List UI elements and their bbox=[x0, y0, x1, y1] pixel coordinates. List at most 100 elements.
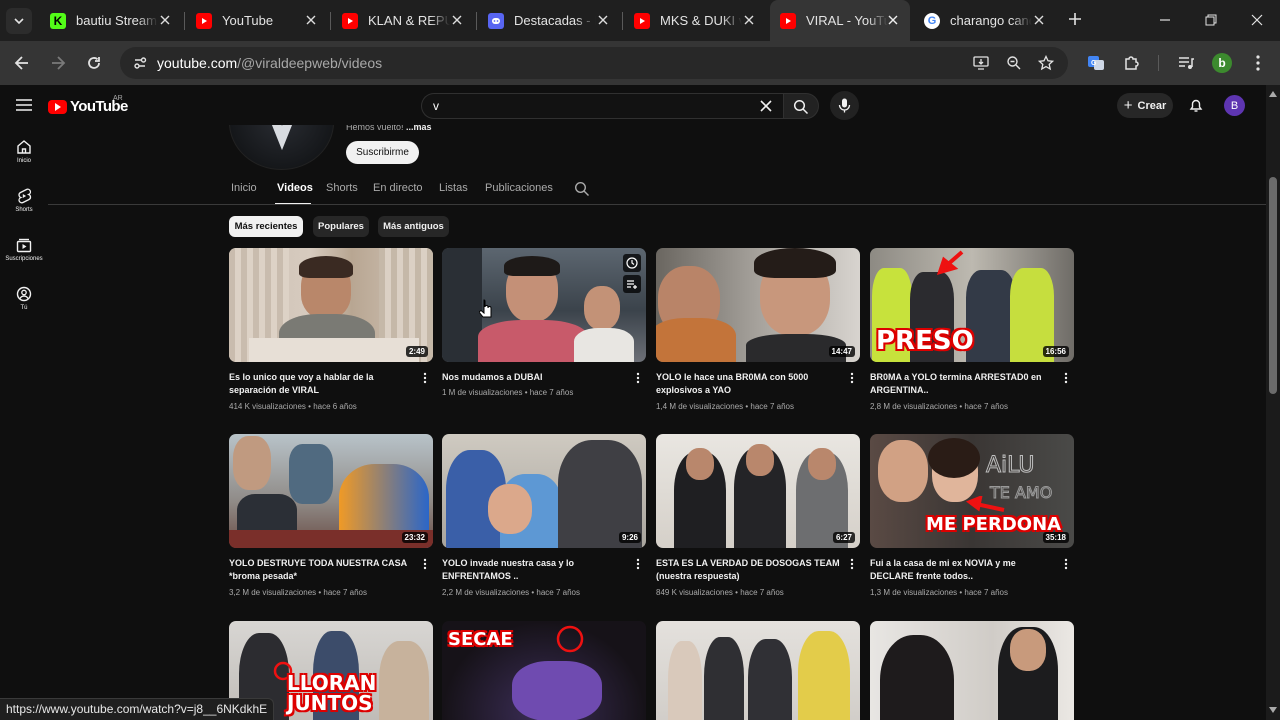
guide-item-inicio[interactable]: Inicio bbox=[0, 139, 48, 164]
video-thumbnail[interactable]: AiLU TE AMO ME PERDONA 35:18 bbox=[870, 434, 1074, 548]
person bbox=[798, 631, 850, 720]
watch-later-icon[interactable] bbox=[623, 254, 641, 272]
tab-shorts[interactable]: Shorts bbox=[326, 182, 358, 194]
video-thumbnail[interactable]: 9:26 bbox=[442, 434, 646, 548]
hover-actions bbox=[623, 254, 641, 296]
back-arrow-icon[interactable] bbox=[12, 53, 32, 73]
video-thumbnail[interactable] bbox=[442, 248, 646, 362]
youtube-page: Hemos vuelto! ...más Suscribirme Inicio … bbox=[0, 85, 1280, 720]
tab-separator bbox=[622, 12, 623, 30]
close-tab-icon[interactable] bbox=[158, 13, 172, 27]
tab-klan-republica[interactable]: KLAN & REPUBLICA bbox=[332, 4, 474, 37]
clear-search-icon[interactable] bbox=[758, 98, 774, 114]
tab-mks-duki[interactable]: MKS & DUKI vs bbox=[624, 4, 766, 37]
notifications-bell-icon[interactable] bbox=[1188, 97, 1204, 113]
browser-menu-icon[interactable] bbox=[1248, 53, 1268, 73]
video-meta: 1,3 M de visualizaciones • hace 7 años bbox=[870, 588, 1008, 597]
restore-icon[interactable] bbox=[1203, 12, 1219, 28]
more-actions-icon[interactable] bbox=[1064, 372, 1068, 384]
tab-listas[interactable]: Listas bbox=[439, 182, 468, 194]
video-thumbnail[interactable]: 14:47 bbox=[656, 248, 860, 362]
channel-search-icon[interactable] bbox=[574, 181, 590, 197]
extensions-puzzle-icon[interactable] bbox=[1122, 53, 1142, 73]
address-bar[interactable]: youtube.com/@viraldeepweb/videos bbox=[120, 47, 1068, 79]
tab-bautiu-stream[interactable]: K bautiu Stream bbox=[40, 4, 182, 37]
tab-separator bbox=[330, 12, 331, 30]
hamburger-menu-icon[interactable] bbox=[16, 99, 32, 111]
tab-destacadas[interactable]: Destacadas - Descargas bbox=[478, 4, 620, 37]
close-tab-icon[interactable] bbox=[596, 13, 610, 27]
tab-search-button[interactable] bbox=[6, 8, 32, 34]
reload-icon[interactable] bbox=[84, 53, 104, 73]
close-tab-icon[interactable] bbox=[304, 13, 318, 27]
more-actions-icon[interactable] bbox=[423, 372, 427, 384]
video-thumbnail[interactable]: SECAE bbox=[442, 621, 646, 720]
video-thumbnail[interactable]: 2:49 bbox=[229, 248, 433, 362]
close-tab-icon[interactable] bbox=[886, 13, 900, 27]
close-tab-icon[interactable] bbox=[742, 13, 756, 27]
voice-search-button[interactable] bbox=[830, 91, 859, 120]
media-control-icon[interactable] bbox=[1176, 53, 1196, 73]
tab-publicaciones[interactable]: Publicaciones bbox=[485, 182, 553, 194]
tab-inicio[interactable]: Inicio bbox=[231, 182, 257, 194]
video-thumbnail[interactable]: 23:32 bbox=[229, 434, 433, 548]
more-actions-icon[interactable] bbox=[850, 558, 854, 570]
thumbnail-overlay-text: LLORAN JUNTOS bbox=[287, 671, 377, 715]
person bbox=[704, 637, 744, 720]
close-tab-icon[interactable] bbox=[450, 13, 464, 27]
guide-item-shorts[interactable]: Shorts bbox=[0, 188, 48, 213]
scroll-down-arrow-icon[interactable] bbox=[1269, 707, 1277, 713]
account-avatar[interactable]: B bbox=[1224, 95, 1245, 116]
video-title[interactable]: YOLO DESTRUYE TODA NUESTRA CASA *broma p… bbox=[229, 557, 417, 583]
guide-item-tu[interactable]: Tú bbox=[0, 286, 48, 311]
guide-item-suscripciones[interactable]: Suscripciones bbox=[0, 237, 48, 262]
person-hair bbox=[504, 256, 560, 276]
more-actions-icon[interactable] bbox=[850, 372, 854, 384]
video-thumbnail[interactable] bbox=[656, 621, 860, 720]
tab-charango[interactable]: G charango cancion bbox=[914, 4, 1056, 37]
create-button[interactable]: + Crear bbox=[1117, 93, 1173, 118]
browser-profile-avatar[interactable]: b bbox=[1212, 53, 1232, 73]
video-thumbnail[interactable]: 6:27 bbox=[656, 434, 860, 548]
chip-mas-antiguos[interactable]: Más antiguos bbox=[378, 216, 449, 237]
chip-mas-recientes[interactable]: Más recientes bbox=[229, 216, 303, 237]
video-title[interactable]: Nos mudamos a DUBAI bbox=[442, 371, 630, 384]
subscribe-button[interactable]: Suscribirme bbox=[346, 141, 419, 164]
search-input[interactable]: v bbox=[421, 93, 783, 119]
video-title[interactable]: ESTA ES LA VERDAD DE DOSOGAS TEAM (nuest… bbox=[656, 557, 844, 583]
new-tab-icon[interactable] bbox=[1066, 10, 1084, 28]
minimize-icon[interactable] bbox=[1157, 12, 1173, 28]
chip-populares[interactable]: Populares bbox=[313, 216, 369, 237]
video-title[interactable]: Fui a la casa de mi ex NOVIA y me DECLAR… bbox=[870, 557, 1058, 583]
person-hair bbox=[299, 256, 353, 278]
tab-en-directo[interactable]: En directo bbox=[373, 182, 423, 194]
install-app-icon[interactable] bbox=[973, 55, 989, 71]
zoom-icon[interactable] bbox=[1006, 55, 1022, 71]
tab-videos[interactable]: Videos bbox=[277, 182, 313, 194]
more-actions-icon[interactable] bbox=[423, 558, 427, 570]
video-title[interactable]: YOLO invade nuestra casa y lo ENFRENTAMO… bbox=[442, 557, 630, 583]
tab-youtube[interactable]: YouTube bbox=[186, 4, 328, 37]
add-to-queue-icon[interactable] bbox=[623, 275, 641, 293]
video-title[interactable]: Es lo unico que voy a hablar de la separ… bbox=[229, 371, 417, 397]
close-tab-icon[interactable] bbox=[1032, 13, 1046, 27]
bookmark-star-icon[interactable] bbox=[1038, 55, 1054, 71]
site-info-icon[interactable] bbox=[132, 55, 148, 71]
close-window-icon[interactable] bbox=[1249, 12, 1265, 28]
video-title[interactable]: BR0MA a YOLO termina ARRESTAD0 en ARGENT… bbox=[870, 371, 1058, 397]
tab-separator bbox=[184, 12, 185, 30]
scrollbar-thumb[interactable] bbox=[1269, 177, 1277, 394]
google-icon: G bbox=[924, 12, 940, 29]
video-thumbnail[interactable]: PRESO 16:56 bbox=[870, 248, 1074, 362]
tab-viral-youtube[interactable]: VIRAL - YouTube bbox=[770, 0, 910, 41]
video-thumbnail[interactable] bbox=[870, 621, 1074, 720]
video-title[interactable]: YOLO le hace una BR0MA con 5000 explosiv… bbox=[656, 371, 844, 397]
scroll-up-arrow-icon[interactable] bbox=[1269, 91, 1277, 97]
more-actions-icon[interactable] bbox=[1064, 558, 1068, 570]
translate-icon[interactable]: G bbox=[1086, 53, 1106, 73]
page-scrollbar[interactable] bbox=[1266, 85, 1280, 720]
search-button[interactable] bbox=[783, 93, 819, 119]
forward-arrow-icon[interactable] bbox=[48, 53, 68, 73]
more-actions-icon[interactable] bbox=[636, 558, 640, 570]
more-actions-icon[interactable] bbox=[636, 372, 640, 384]
